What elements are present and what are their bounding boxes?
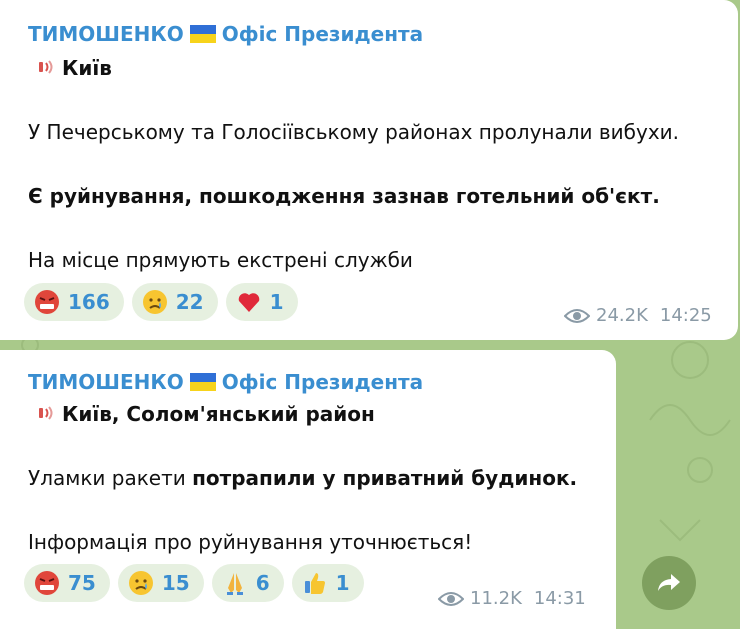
view-count: 24.2K: [596, 305, 648, 326]
message-bubble[interactable]: ТИМОШЕНКО Офіс Президента Київ, Солом'янс…: [0, 350, 616, 629]
reactions-row: 166 22 1: [24, 283, 298, 321]
sender-name-left: ТИМОШЕНКО: [28, 22, 184, 46]
view-count: 11.2K: [470, 588, 522, 609]
loudspeaker-icon: [39, 60, 53, 74]
reaction-count: 1: [269, 290, 284, 314]
message-text-line: У Печерському та Голосіївському районах …: [28, 120, 680, 144]
reactions-row: 75 15 6 1: [24, 564, 364, 602]
reaction-count: 75: [68, 571, 96, 595]
sender-name-right: Офіс Президента: [221, 370, 424, 394]
message-text-bold: потрапили у приватний будинок.: [192, 466, 578, 490]
forward-arrow-icon: [658, 574, 680, 591]
reaction-count: 22: [175, 290, 204, 314]
reaction-angry[interactable]: 75: [24, 564, 110, 602]
message-text-line: На місце прямують екстрені служби: [28, 248, 413, 272]
loudspeaker-icon: [39, 406, 53, 420]
location-text: Київ, Солом'янський район: [62, 402, 375, 426]
sender-name[interactable]: ТИМОШЕНКО Офіс Президента: [28, 22, 423, 46]
folded-hands-icon: [226, 573, 243, 595]
eye-icon: [438, 591, 464, 606]
message-text-normal: Уламки ракети: [28, 466, 193, 490]
reaction-crying[interactable]: 22: [131, 283, 218, 321]
reaction-count: 1: [335, 571, 350, 595]
message-time: 14:31: [533, 588, 586, 609]
reaction-crying[interactable]: 15: [117, 564, 204, 602]
location-line: Київ, Солом'янський район: [36, 402, 375, 426]
message-text-line: Уламки ракети потрапили у приватний буди…: [28, 466, 577, 490]
sender-name-left: ТИМОШЕНКО: [28, 370, 184, 394]
ukraine-flag-icon: [189, 25, 216, 43]
crying-face-icon: [128, 571, 153, 595]
crying-face-icon: [142, 290, 167, 314]
red-heart-icon: [238, 293, 259, 312]
message-text-line: Інформація про руйнування уточнюється!: [28, 530, 473, 554]
reaction-folded-hands[interactable]: 6: [211, 564, 284, 602]
reaction-heart[interactable]: 1: [225, 283, 298, 321]
reaction-angry[interactable]: 166: [24, 283, 124, 321]
message-bubble[interactable]: ТИМОШЕНКО Офіс Президента Київ У Печерськ…: [0, 0, 738, 340]
reaction-thumbs-up[interactable]: 1: [291, 564, 364, 602]
message-text-bold-line: Є руйнування, пошкодження зазнав готельн…: [28, 184, 660, 208]
reaction-count: 6: [255, 571, 270, 595]
ukraine-flag-icon: [189, 373, 216, 391]
sender-name[interactable]: ТИМОШЕНКО Офіс Президента: [28, 370, 423, 394]
reaction-count: 15: [161, 571, 190, 595]
location-text: Київ: [62, 56, 112, 80]
reaction-count: 166: [68, 290, 110, 314]
angry-face-icon: [35, 571, 59, 595]
message-meta: 24.2K 14:25: [564, 305, 712, 326]
sender-name-right: Офіс Президента: [221, 22, 424, 46]
eye-icon: [564, 308, 590, 323]
thumbs-up-icon: [304, 573, 325, 594]
angry-face-icon: [35, 290, 59, 314]
message-meta: 11.2K 14:31: [438, 588, 586, 609]
forward-button[interactable]: [642, 556, 696, 610]
message-time: 14:25: [659, 305, 712, 326]
location-line: Київ: [36, 56, 112, 80]
